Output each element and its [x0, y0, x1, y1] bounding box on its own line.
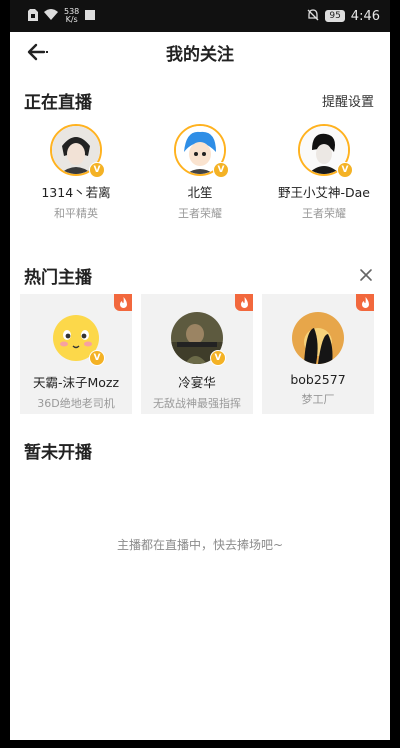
streamer-name: 1314丶若离 [41, 185, 111, 200]
offline-section-header: 暂未开播 [10, 432, 390, 468]
clock: 4:46 [350, 8, 380, 24]
streamer-game: 和平精英 [54, 207, 98, 220]
streamer-name: 冷宴华 [178, 375, 216, 390]
hot-section-title: 热门主播 [24, 267, 92, 288]
wifi-icon [44, 9, 58, 23]
notification-icon [85, 9, 96, 23]
live-streamer-list: V 1314丶若离 和平精英 V 北笙 王者荣耀 V 野王小艾神-Dae 王者荣… [10, 118, 390, 221]
streamer-game: 王者荣耀 [302, 207, 346, 220]
fire-icon [356, 294, 374, 311]
verified-badge-icon: V [210, 350, 226, 366]
app-screen: 538 K/s 95 4:46 我的关注 正在直播 提醒设置 V 1314丶若离… [10, 0, 390, 740]
empty-state-text: 主播都在直播中，快去捧场吧~ [116, 538, 284, 552]
nav-header: 我的关注 [10, 32, 390, 72]
verified-badge-icon: V [337, 162, 353, 178]
network-speed: 538 K/s [64, 7, 80, 24]
live-streamer-item[interactable]: V 1314丶若离 和平精英 [16, 124, 136, 221]
streamer-game: 王者荣耀 [178, 207, 222, 220]
page-title: 我的关注 [166, 44, 234, 65]
streamer-name: 北笙 [187, 185, 213, 200]
verified-badge-icon: V [89, 162, 105, 178]
avatar [292, 312, 344, 364]
hot-streamer-card[interactable]: V 冷宴华 无敌战神最强指挥 [141, 294, 253, 414]
verified-badge-icon: V [213, 162, 229, 178]
streamer-description: 无敌战神最强指挥 [153, 397, 241, 410]
sim-card-icon [28, 8, 38, 24]
streamer-description: 36D绝地老司机 [37, 397, 115, 410]
streamer-name: bob2577 [290, 372, 346, 387]
hot-section-header: 热门主播 [10, 257, 390, 293]
hot-streamer-card[interactable]: bob2577 梦工厂 [262, 294, 374, 414]
hot-streamer-list: V 天霸-沫子Mozz 36D绝地老司机 V 冷宴华 无敌战神最强指挥 bob2… [10, 294, 390, 414]
live-streamer-item[interactable]: V 北笙 王者荣耀 [140, 124, 260, 221]
close-icon[interactable] [358, 267, 374, 283]
streamer-name: 野王小艾神-Dae [278, 185, 370, 200]
live-section-title: 正在直播 [24, 92, 92, 113]
streamer-name: 天霸-沫子Mozz [32, 375, 120, 390]
hot-streamer-card[interactable]: V 天霸-沫子Mozz 36D绝地老司机 [20, 294, 132, 414]
streamer-description: 梦工厂 [301, 393, 335, 406]
status-bar: 538 K/s 95 4:46 [10, 0, 390, 32]
fire-icon [235, 294, 253, 311]
reminder-settings-link[interactable]: 提醒设置 [322, 91, 374, 110]
battery-indicator: 95 [325, 10, 345, 22]
live-section-header: 正在直播 提醒设置 [10, 82, 390, 118]
offline-section-title: 暂未开播 [24, 442, 92, 463]
fire-icon [114, 294, 132, 311]
mute-icon [307, 8, 319, 24]
back-arrow-icon[interactable] [24, 40, 50, 64]
live-streamer-item[interactable]: V 野王小艾神-Dae 王者荣耀 [264, 124, 384, 221]
verified-badge-icon: V [89, 350, 105, 366]
